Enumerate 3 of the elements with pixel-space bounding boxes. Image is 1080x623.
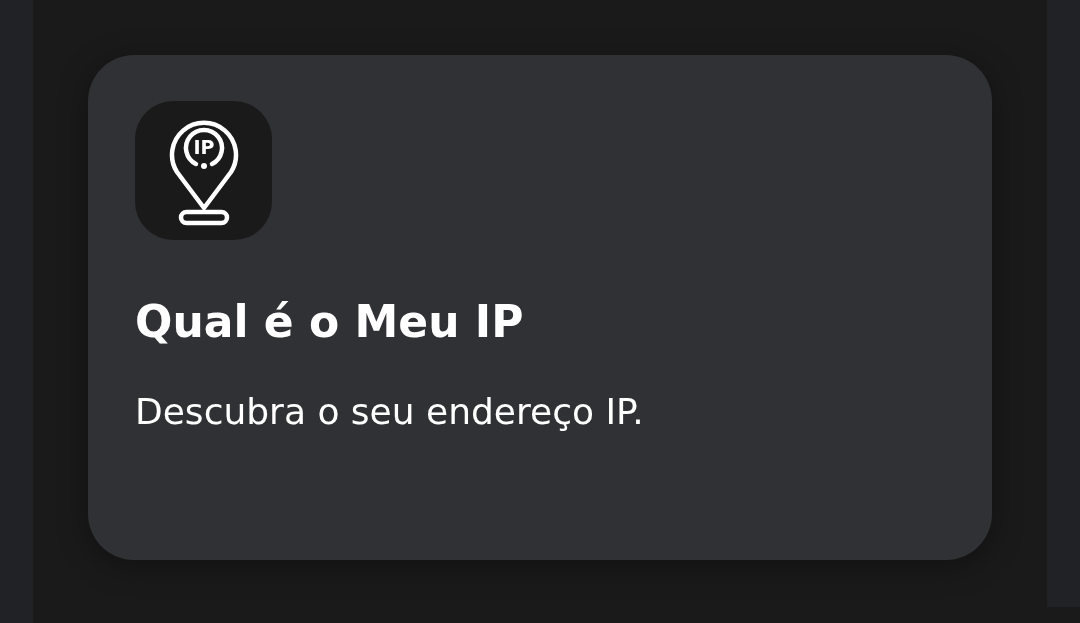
- card-description: Descubra o seu endereço IP.: [135, 390, 645, 434]
- card-title: Qual é o Meu IP: [135, 296, 525, 348]
- tool-card[interactable]: IP Qual é o Meu IP Descubra o seu endereço IP.: [88, 55, 992, 560]
